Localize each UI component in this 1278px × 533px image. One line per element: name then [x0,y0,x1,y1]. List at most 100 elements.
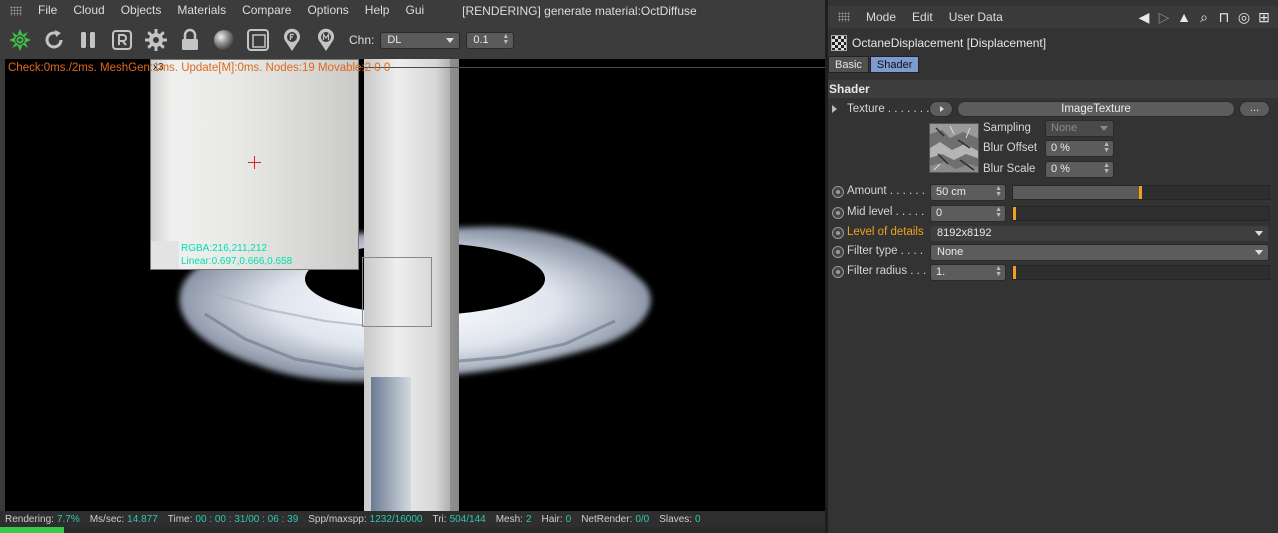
channel-label: Chn: [349,33,375,47]
chevron-down-icon [446,37,455,43]
object-header: OctaneDisplacement [Displacement] [828,32,1278,54]
status-value: 1232/16000 [369,513,423,525]
mid-level-field[interactable]: 0 ▲ ▼ [930,205,1006,222]
settings-button[interactable] [143,27,169,53]
back-arrow-icon[interactable]: ◀ [1136,9,1152,26]
chevron-down-icon [1255,250,1263,255]
image-texture-button[interactable]: ImageTexture [957,101,1235,117]
blur-offset-field[interactable]: 0 % ▲ ▼ [1045,140,1114,157]
tab-basic[interactable]: Basic [828,56,869,73]
status-key: NetRender: [581,513,633,525]
blur-scale-label: Blur Scale [983,163,1036,175]
render-window-title: [RENDERING] generate material:OctDiffuse [462,3,697,18]
displacement-checker-icon [831,35,847,51]
amount-slider[interactable] [1012,185,1270,200]
mid-level-slider-knob[interactable] [1013,207,1016,220]
rock-texture-thumbnail-icon [930,124,978,172]
filter-type-dropdown[interactable]: None [930,244,1269,261]
target-icon[interactable]: ◎ [1236,9,1252,26]
level-of-details-label: Level of details [847,226,924,238]
stepper-arrows-icon[interactable]: ▲ ▼ [502,33,509,46]
stepper-arrows-icon[interactable]: ▲ ▼ [1103,141,1110,154]
status-key: Spp/maxspp: [308,513,367,525]
amount-label: Amount . . . . . . [847,185,925,197]
chevron-down-icon [1100,126,1108,131]
pause-render-button[interactable] [75,27,101,53]
menu-mode[interactable]: Mode [858,7,904,28]
menu-objects[interactable]: Objects [113,0,170,21]
restart-render-button[interactable] [41,27,67,53]
menu-compare[interactable]: Compare [234,0,299,21]
stepper-arrows-icon[interactable]: ▲ ▼ [995,185,1002,198]
animate-radio-icon[interactable] [832,186,844,198]
menu-help[interactable]: Help [357,0,398,21]
new-panel-icon[interactable]: ⊞ [1256,9,1272,26]
status-key: Tri: [432,513,447,525]
menu-materials[interactable]: Materials [169,0,234,21]
filter-radius-label: Filter radius . . . [847,265,927,277]
mid-level-slider[interactable] [1012,206,1270,221]
filter-radius-field[interactable]: 1. ▲ ▼ [930,264,1006,281]
render-region-button[interactable] [109,27,135,53]
gear-icon [145,29,167,51]
chevron-down-icon [1255,231,1263,236]
tab-shader[interactable]: Shader [869,56,920,73]
menu-edit[interactable]: Edit [904,7,941,28]
texture-thumbnail[interactable] [929,123,979,173]
material-pick-button[interactable] [313,27,339,53]
attribute-menubar: Mode Edit User Data ◀ ▷ ▲ ⌕ ⊓ ◎ ⊞ [828,6,1278,28]
amount-slider-knob[interactable] [1139,186,1142,199]
mid-level-row: Mid level . . . . . 0 ▲ ▼ [828,203,1278,223]
octane-live-viewer: File Cloud Objects Materials Compare Opt… [0,0,825,533]
focus-pick-button[interactable] [279,27,305,53]
start-render-button[interactable] [7,27,33,53]
lock-resolution-button[interactable] [177,27,203,53]
status-key: Slaves: [659,513,693,525]
forward-arrow-icon[interactable]: ▷ [1156,9,1172,26]
stepper-arrows-icon[interactable]: ▲ ▼ [995,265,1002,278]
filter-radius-slider[interactable] [1012,265,1270,280]
menu-file[interactable]: File [30,0,65,21]
zoom-shading [151,60,171,269]
stepper-arrows-icon[interactable]: ▲ ▼ [1103,162,1110,175]
animate-radio-icon[interactable] [832,246,844,258]
pixel-pick-region[interactable] [362,257,432,327]
texture-more-button[interactable]: ... [1239,101,1270,117]
material-preview-button[interactable] [211,27,237,53]
channel-param-field[interactable]: 0.1 ▲ ▼ [466,31,515,49]
status-value: 14.877 [127,513,158,525]
up-arrow-icon[interactable]: ▲ [1176,9,1192,25]
pin-f-icon [284,28,300,51]
status-key: Rendering: [5,513,54,525]
amount-field[interactable]: 50 cm ▲ ▼ [930,184,1006,201]
viewer-toolbar: Chn: DL 0.1 ▲ ▼ [0,21,825,59]
animate-radio-icon[interactable] [832,227,844,239]
filter-radius-slider-knob[interactable] [1013,266,1016,279]
status-value: 0 [565,513,572,525]
menu-cloud[interactable]: Cloud [65,0,112,21]
filter-type-value: None [937,246,964,258]
pin-m-icon [318,28,334,51]
stepper-arrows-icon[interactable]: ▲ ▼ [995,206,1002,219]
grip-handle-icon[interactable] [10,5,22,16]
search-icon[interactable]: ⌕ [1196,9,1212,26]
animate-radio-icon[interactable] [832,266,844,278]
animate-radio-icon[interactable] [832,207,844,219]
level-of-details-dropdown[interactable]: 8192x8192 [930,225,1269,242]
render-canvas[interactable]: Check:0ms./2ms. MeshGen:1ms. Update[M]:0… [5,59,825,511]
region-select-button[interactable] [245,27,271,53]
expand-triangle-icon[interactable] [832,105,837,113]
texture-menu-button[interactable] [929,101,953,117]
menu-gui[interactable]: Gui [397,0,432,21]
lock-icon[interactable]: ⊓ [1216,9,1232,26]
blur-scale-value: 0 % [1051,163,1070,175]
status-key: Mesh: [495,513,523,525]
status-key: Ms/sec: [89,513,125,525]
menu-user-data[interactable]: User Data [941,7,1011,28]
channel-dropdown[interactable]: DL [380,31,461,49]
menu-options[interactable]: Options [299,0,356,21]
blur-scale-field[interactable]: 0 % ▲ ▼ [1045,161,1114,178]
mid-level-value: 0 [936,207,943,219]
grip-handle-icon[interactable] [838,12,850,22]
attribute-nav-icons: ◀ ▷ ▲ ⌕ ⊓ ◎ ⊞ [1136,6,1272,28]
